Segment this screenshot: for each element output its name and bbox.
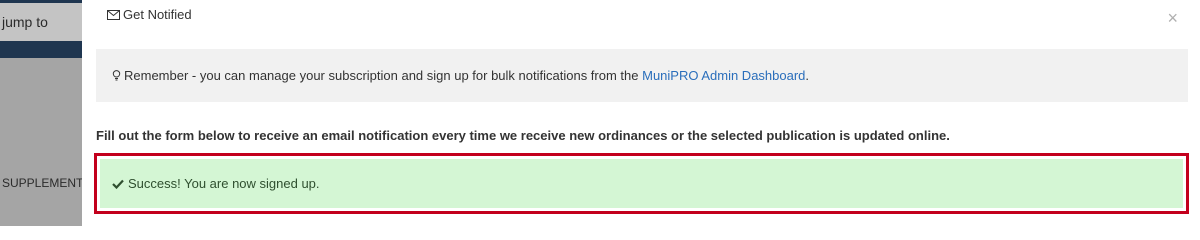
success-alert-highlight: Success! You are now signed up. (94, 153, 1189, 214)
check-icon (112, 179, 124, 189)
supplement-label: SUPPLEMENT (2, 176, 82, 190)
modal-title: Get Notified (107, 7, 192, 22)
admin-dashboard-link[interactable]: MuniPRO Admin Dashboard (642, 68, 805, 83)
info-text-end: . (805, 68, 810, 83)
background-nav-bar (0, 41, 82, 58)
lightbulb-icon (112, 70, 121, 81)
get-notified-modal: Get Notified × Remember - you can manage… (82, 0, 1200, 226)
success-message: Success! You are now signed up. (128, 176, 320, 191)
close-button[interactable]: × (1167, 9, 1178, 27)
envelope-icon (107, 9, 120, 20)
success-alert: Success! You are now signed up. (100, 159, 1183, 208)
info-box: Remember - you can manage your subscript… (96, 49, 1188, 102)
instructions-text: Fill out the form below to receive an em… (96, 128, 950, 143)
info-text: Remember - you can manage your subscript… (124, 68, 639, 83)
modal-title-text: Get Notified (123, 7, 192, 22)
jump-to-field: jump to (0, 3, 82, 41)
background-page: jump to SUPPLEMENT (0, 0, 82, 226)
